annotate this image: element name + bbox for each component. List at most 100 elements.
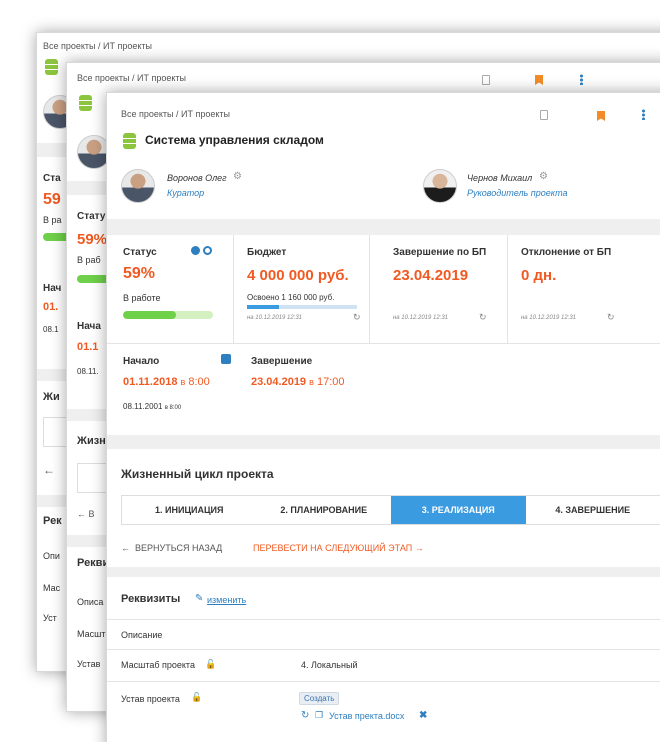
database-icon — [45, 59, 58, 75]
divider — [107, 567, 660, 577]
status-percent: 59 — [43, 191, 61, 208]
step-planning[interactable]: 2. ПЛАНИРОВАНИЕ — [256, 496, 391, 524]
stop-icon[interactable] — [203, 246, 212, 255]
gear-icon[interactable]: ⚙ — [233, 171, 242, 182]
dates-row: Начало 01.11.2018 в 8:00 08.11.2001 в 8:… — [107, 343, 660, 443]
refresh-icon[interactable]: ↻ — [607, 312, 615, 323]
step-implementation[interactable]: 3. РЕАЛИЗАЦИЯ — [391, 496, 526, 524]
divider — [507, 235, 508, 343]
next-stage-label: ПЕРЕВЕСТИ НА СЛЕДУЮЩИЙ ЭТАП — [253, 543, 413, 553]
next-stage-link[interactable]: ПЕРЕВЕСТИ НА СЛЕДУЮЩИЙ ЭТАП → — [253, 543, 424, 553]
status-percent: 59% — [77, 231, 108, 248]
plan-date: 08.11. — [77, 367, 99, 376]
arrow-left-icon[interactable]: ← — [43, 463, 55, 477]
finish-bp-stamp: на 10.12.2019 12:31 — [393, 315, 449, 321]
plan-datetime: 08.11.2001 в 8:00 — [123, 402, 182, 411]
charter-label: Устав проекта — [121, 694, 180, 704]
deviation-stamp: на 10.12.2019 12:31 — [521, 315, 577, 321]
divider — [369, 235, 370, 343]
arrow-right-icon: → — [414, 543, 424, 553]
manager-role[interactable]: Руководитель проекта — [467, 188, 567, 198]
divider — [107, 435, 660, 449]
bookmark-icon[interactable] — [597, 111, 605, 121]
status-state: В работе — [123, 293, 161, 303]
document-icon[interactable] — [540, 110, 548, 120]
status-percent: 59% — [123, 265, 156, 282]
curator-role[interactable]: Куратор — [167, 188, 204, 198]
breadcrumb[interactable]: Все проекты / ИТ проекты — [77, 73, 186, 83]
delete-icon[interactable]: ✖ — [419, 710, 427, 721]
start-label: Начало — [123, 356, 160, 367]
edit-link[interactable]: изменить — [207, 595, 246, 605]
status-state: В ра — [43, 215, 62, 225]
back-link-label: В — [88, 509, 95, 519]
lifecycle-title: Жи — [43, 391, 60, 403]
lifecycle-title: Жизн — [77, 435, 106, 447]
lock-icon: 🔓 — [205, 659, 217, 669]
description-label: Описа — [77, 597, 104, 607]
plan-date: 08.1 — [43, 325, 59, 334]
database-icon — [123, 133, 136, 149]
more-icon[interactable] — [642, 109, 645, 120]
arrow-left-icon: ← — [121, 543, 130, 553]
deviation-label: Отклонение от БП — [521, 247, 612, 258]
avatar — [423, 169, 457, 203]
metrics-row: Статус 59% В работе Бюджет 4 000 000 руб… — [107, 235, 660, 343]
breadcrumb[interactable]: Все проекты / ИТ проекты — [43, 41, 152, 51]
refresh-icon[interactable]: ↻ — [479, 312, 487, 323]
status-progress — [123, 311, 213, 319]
back-link-label: ВЕРНУТЬСЯ НАЗАД — [135, 543, 223, 553]
copy-icon[interactable]: ❐ — [315, 710, 323, 721]
budget-progress — [247, 305, 357, 309]
deviation-value: 0 дн. — [521, 267, 557, 284]
step-initiation[interactable]: 1. ИНИЦИАЦИЯ — [122, 496, 257, 524]
refresh-icon[interactable]: ↻ — [353, 312, 361, 323]
divider — [233, 235, 234, 343]
description-label: Опи — [43, 551, 60, 561]
bookmark-icon[interactable] — [535, 75, 543, 85]
end-datetime: 23.04.2019 в 17:00 — [251, 376, 345, 388]
scale-label: Мас — [43, 583, 61, 593]
budget-value: 4 000 000 руб. — [247, 267, 349, 284]
avatar — [121, 169, 155, 203]
create-button[interactable]: Создать — [299, 692, 340, 705]
charter-row: Устав проекта 🔓 Создать ↻ ❐ Устав пректа… — [107, 681, 660, 742]
scale-label: Масшт — [77, 629, 106, 639]
end-label: Завершение — [251, 356, 313, 367]
divider — [107, 219, 660, 235]
start-label: Нач — [43, 283, 62, 294]
scale-row: Масштаб проекта 🔓 4. Локальный — [107, 649, 660, 681]
pause-icon[interactable] — [191, 246, 200, 255]
status-label: Стату — [77, 211, 106, 222]
gear-icon[interactable]: ⚙ — [539, 171, 548, 182]
budget-label: Бюджет — [247, 247, 287, 258]
requisites-title: Реквизиты — [121, 593, 181, 605]
start-datetime: 01.11.2018 в 8:00 — [123, 376, 210, 388]
charter-label: Устав — [77, 659, 101, 669]
back-link[interactable]: ← В — [77, 509, 95, 519]
manager-name: Чернов Михаил — [467, 173, 533, 183]
back-link[interactable]: ← ВЕРНУТЬСЯ НАЗАД — [121, 543, 222, 553]
scale-value: 4. Локальный — [301, 660, 358, 670]
description-label: Описание — [121, 630, 163, 640]
finish-bp-value: 23.04.2019 — [393, 267, 469, 284]
project-title: Система управления складом — [145, 133, 324, 147]
database-icon — [79, 95, 92, 111]
curator-name: Воронов Олег — [167, 173, 227, 183]
document-icon[interactable] — [482, 75, 490, 85]
pencil-icon[interactable]: ✎ — [195, 593, 203, 604]
calendar-icon[interactable] — [221, 354, 231, 364]
status-label: Ста — [43, 173, 61, 184]
lifecycle-stepbar: 1. ИНИЦИАЦИЯ 2. ПЛАНИРОВАНИЕ 3. РЕАЛИЗАЦ… — [121, 495, 660, 525]
start-date: 01. — [43, 301, 59, 313]
step-completion[interactable]: 4. ЗАВЕРШЕНИЕ — [525, 496, 660, 524]
breadcrumb[interactable]: Все проекты / ИТ проекты — [121, 109, 230, 119]
refresh-icon[interactable]: ↻ — [301, 710, 309, 721]
lifecycle-title: Жизненный цикл проекта — [121, 467, 274, 481]
budget-spent: Освоено 1 160 000 руб. — [247, 293, 335, 302]
project-card: Все проекты / ИТ проекты Система управле… — [106, 92, 660, 742]
charter-file-link[interactable]: Устав пректа.docx — [329, 711, 404, 721]
requisites-title: Рек — [43, 515, 62, 527]
more-icon[interactable] — [580, 74, 583, 85]
start-date: 01.1 — [77, 341, 99, 353]
